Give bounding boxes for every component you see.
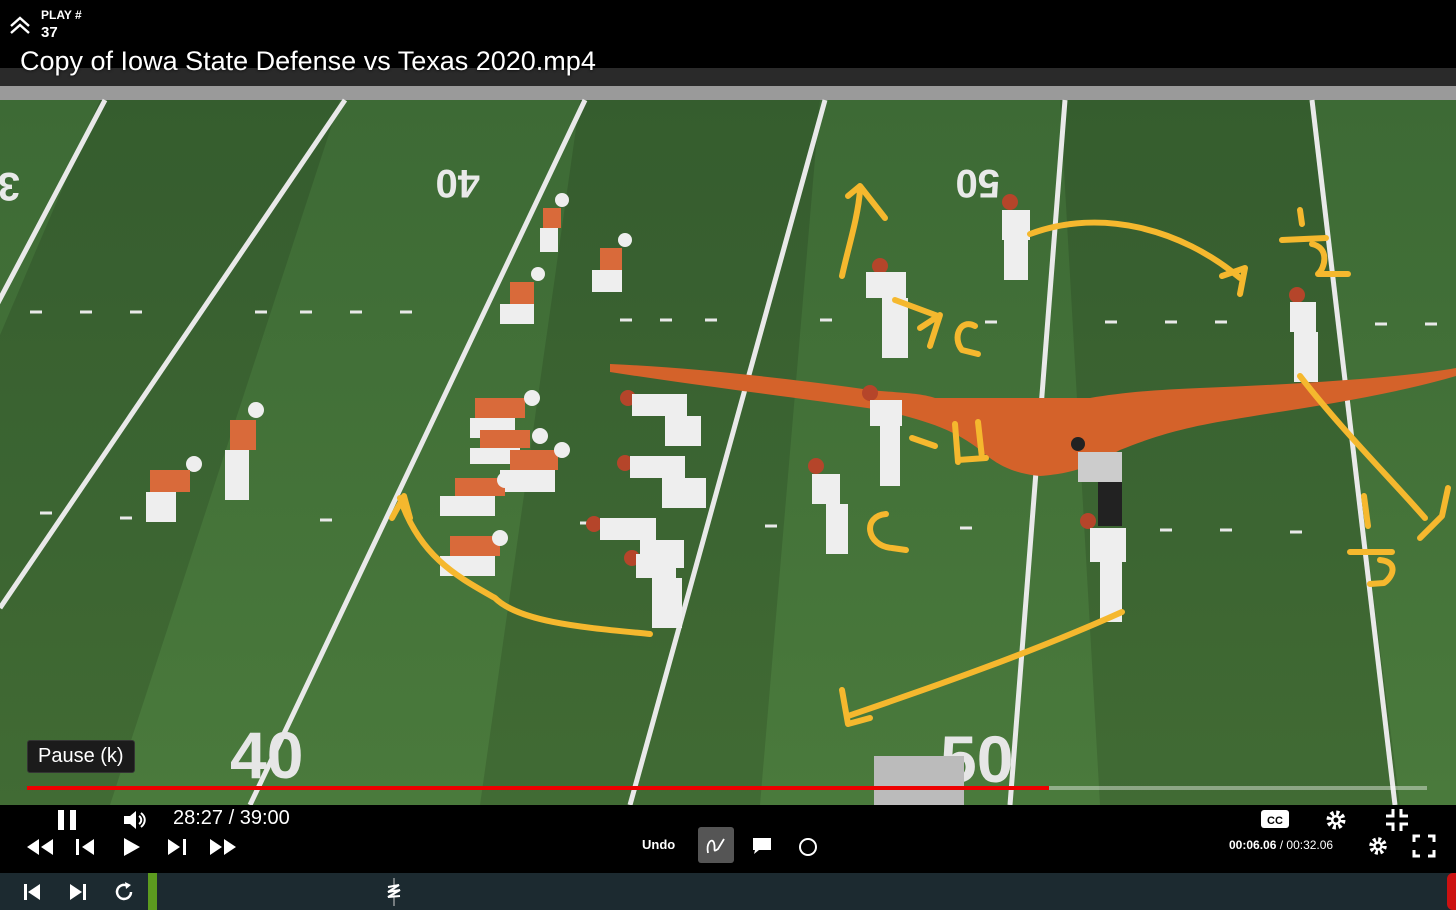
fast-forward-icon[interactable] (208, 837, 238, 857)
player-controls: 28:27 / 39:00 Undo CC 00:06.06 / 00:32.0… (0, 805, 1456, 873)
exit-fullscreen-icon[interactable] (1384, 807, 1410, 833)
svg-text:CC: CC (1267, 815, 1283, 827)
clip-current-time: 00:06.06 (1229, 838, 1277, 852)
circle-tool-icon[interactable] (797, 836, 819, 858)
rewind-icon[interactable] (25, 837, 55, 857)
pause-tooltip: Pause (k) (27, 740, 135, 773)
replay-icon[interactable] (112, 880, 136, 904)
gear-icon[interactable] (1323, 807, 1349, 833)
timeline-start-marker[interactable] (148, 873, 157, 910)
cc-icon[interactable]: CC (1260, 808, 1290, 830)
play-label: PLAY # (41, 8, 82, 22)
step-back-icon[interactable] (74, 837, 96, 857)
fullscreen-icon[interactable] (1412, 834, 1436, 858)
sideline-wall (0, 86, 1456, 100)
pen-tool-button[interactable] (698, 827, 734, 863)
clip-total-time: 00:32.06 (1286, 838, 1334, 852)
progress-track[interactable] (27, 786, 1427, 790)
yard-number-far-30: 30 (0, 164, 20, 208)
progress-fill[interactable] (27, 786, 1049, 790)
volume-icon[interactable] (121, 808, 149, 832)
step-forward-icon[interactable] (166, 837, 188, 857)
comment-tool-icon[interactable] (751, 835, 773, 857)
yard-number-far-50: 50 (956, 161, 1001, 205)
scribble-icon[interactable] (383, 877, 405, 907)
clip-time-separator: / (1276, 838, 1287, 852)
skip-previous-icon[interactable] (22, 882, 42, 902)
pen-tool-icon (706, 838, 725, 854)
pause-icon[interactable] (54, 807, 80, 833)
collapse-chevron-icon[interactable] (8, 14, 32, 38)
undo-button[interactable]: Undo (642, 837, 675, 852)
clip-time: 00:06.06 / 00:32.06 (1229, 838, 1333, 852)
clip-settings-gear-icon[interactable] (1366, 834, 1390, 858)
field-scene: 30 40 50 40 50 (0, 68, 1456, 805)
video-frame[interactable]: 30 40 50 40 50 (0, 68, 1456, 805)
play-icon[interactable] (120, 836, 144, 858)
skip-next-icon[interactable] (68, 882, 88, 902)
video-title: Copy of Iowa State Defense vs Texas 2020… (20, 46, 596, 76)
camera-equipment (874, 756, 964, 805)
clip-timeline[interactable] (0, 873, 1456, 910)
timeline-end-marker[interactable] (1447, 873, 1456, 910)
yard-number-near-40: 40 (230, 718, 303, 792)
yard-number-far-40: 40 (436, 161, 481, 205)
play-number: 37 (41, 24, 58, 41)
playback-time: 28:27 / 39:00 (173, 807, 290, 829)
